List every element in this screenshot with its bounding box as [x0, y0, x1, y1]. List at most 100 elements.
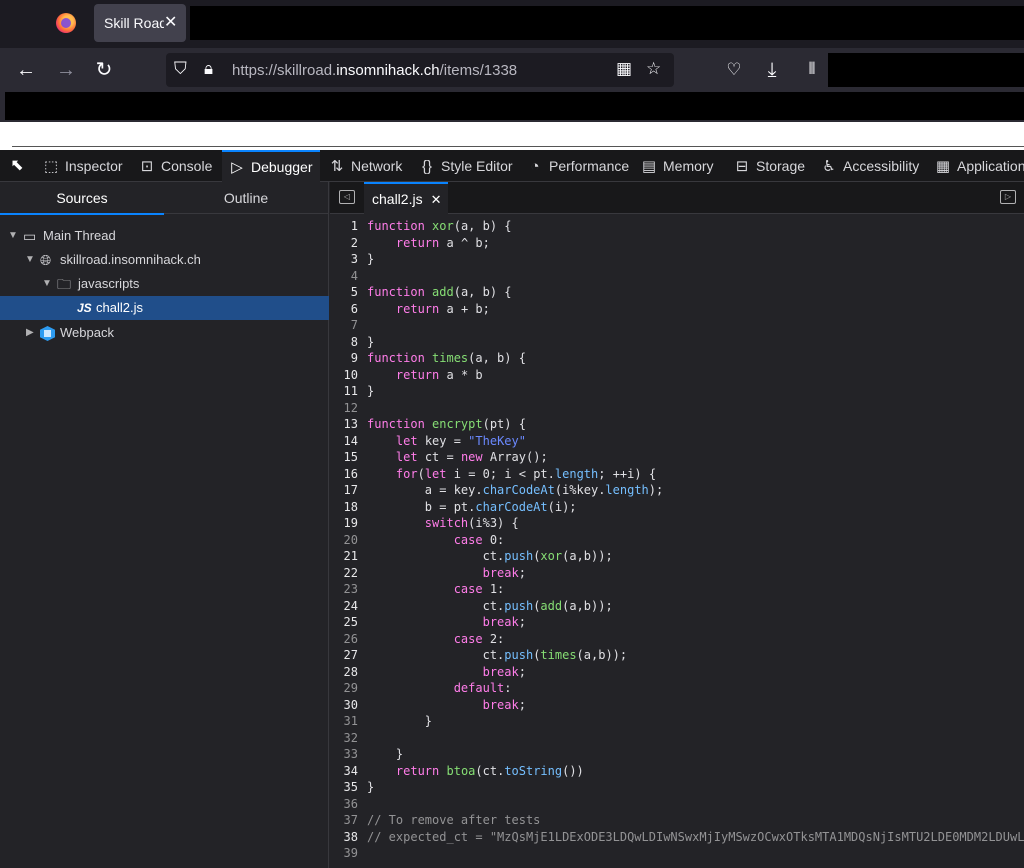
line-number[interactable]: 32	[330, 730, 358, 747]
toggle-sidebar-icon[interactable]: ▷	[1000, 190, 1016, 204]
close-icon[interactable]: ✕	[431, 192, 442, 207]
tree-item-folder[interactable]: ▼ 🗀 javascripts	[0, 272, 329, 296]
line-number[interactable]: 34	[330, 763, 358, 780]
line-number[interactable]: 9	[330, 350, 358, 367]
collapse-arrow-icon[interactable]: ▶	[26, 321, 34, 345]
line-number[interactable]: 11	[330, 383, 358, 400]
line-number[interactable]: 20	[330, 532, 358, 549]
line-number[interactable]: 5	[330, 284, 358, 301]
line-number[interactable]: 7	[330, 317, 358, 334]
code-text: switch(i%3) {	[424, 516, 519, 530]
toggle-sources-pane-icon[interactable]: ◁	[339, 190, 355, 204]
tracking-shield-icon[interactable]: ⛉	[174, 59, 187, 79]
tab-network[interactable]: ⇅ Network	[328, 150, 403, 182]
line-number[interactable]: 4	[330, 268, 358, 285]
tab-accessibility[interactable]: ♿︎ Accessibility	[820, 150, 919, 182]
element-picker-icon[interactable]: ⬉	[4, 154, 30, 178]
tree-item-webpack[interactable]: ▶ Webpack	[0, 321, 329, 345]
line-number[interactable]: 21	[330, 548, 358, 565]
line-number[interactable]: 26	[330, 631, 358, 648]
code-line: 22 break;	[330, 565, 1024, 582]
code-line: 29 default:	[330, 680, 1024, 697]
line-number[interactable]: 8	[330, 334, 358, 351]
line-number[interactable]: 25	[330, 614, 358, 631]
code-text: default:	[453, 681, 512, 695]
line-number[interactable]: 24	[330, 598, 358, 615]
code-text: }	[367, 252, 375, 266]
code-area[interactable]: 1 function xor(a, b) {2 return a ^ b; 3} 4 5…	[330, 218, 1024, 868]
code-line: 16 for(let i = 0; i < pt.length; ++i) {	[330, 466, 1024, 483]
forward-arrow-icon[interactable]: →	[52, 56, 80, 84]
url-text[interactable]: https://skillroad.insomnihack.ch/items/1…	[232, 62, 517, 79]
tab-console[interactable]: ⊡ Console	[138, 150, 213, 182]
line-number[interactable]: 14	[330, 433, 358, 450]
redacted-area	[828, 53, 1024, 87]
sources-pane: Sources Outline ▼ ▭ Main Thread ▼ 🌐︎ ski…	[0, 182, 329, 868]
code-text: a = key.charCodeAt(i%key.length);	[367, 483, 664, 497]
line-number[interactable]: 23	[330, 581, 358, 598]
line-number[interactable]: 39	[330, 845, 358, 862]
expand-arrow-icon[interactable]: ▼	[8, 224, 18, 248]
back-arrow-icon[interactable]: ←	[12, 56, 40, 84]
application-icon: ▦	[935, 158, 951, 175]
line-number[interactable]: 16	[330, 466, 358, 483]
line-number[interactable]: 37	[330, 812, 358, 829]
line-number[interactable]: 36	[330, 796, 358, 813]
downloads-icon[interactable]: ⤓	[758, 56, 786, 84]
line-number[interactable]: 29	[330, 680, 358, 697]
code-line: 9 function times(a, b) {	[330, 350, 1024, 367]
line-number[interactable]: 2	[330, 235, 358, 252]
line-number[interactable]: 1	[330, 218, 358, 235]
code-text: }	[367, 334, 375, 349]
tab-debugger[interactable]: ▷ Debugger	[222, 150, 320, 182]
editor-tab-chall2[interactable]: chall2.js ✕	[364, 182, 448, 214]
tab-close-icon[interactable]: ✕	[164, 12, 177, 32]
pocket-icon[interactable]: ♡	[720, 56, 748, 84]
library-icon[interactable]: ⫴	[798, 56, 826, 84]
bookmark-star-icon[interactable]: ☆	[646, 59, 661, 79]
line-number[interactable]: 22	[330, 565, 358, 582]
line-number[interactable]: 33	[330, 746, 358, 763]
code-line: 17 a = key.charCodeAt(i%key.length);	[330, 482, 1024, 499]
line-number[interactable]: 19	[330, 515, 358, 532]
code-line: 30 break;	[330, 697, 1024, 714]
lock-icon[interactable]: 🔒︎	[204, 59, 213, 79]
tree-item-main-thread[interactable]: ▼ ▭ Main Thread	[0, 224, 329, 248]
code-line: 33 }	[330, 746, 1024, 763]
line-number[interactable]: 31	[330, 713, 358, 730]
url-bar[interactable]: ⛉ 🔒︎ https://skillroad.insomnihack.ch/it…	[166, 53, 674, 87]
qr-code-icon[interactable]: ▦	[616, 59, 632, 79]
line-number[interactable]: 35	[330, 779, 358, 796]
tab-storage[interactable]: ⊟ Storage	[733, 150, 805, 182]
code-line: 28 break;	[330, 664, 1024, 681]
tree-item-domain[interactable]: ▼ 🌐︎ skillroad.insomnihack.ch	[0, 248, 329, 272]
firefox-logo-icon[interactable]	[56, 13, 76, 33]
tab-sources[interactable]: Sources	[0, 182, 164, 215]
line-number[interactable]: 30	[330, 697, 358, 714]
tab-outline[interactable]: Outline	[164, 182, 328, 214]
line-number[interactable]: 3	[330, 251, 358, 268]
tab-memory[interactable]: ▤ Memory	[640, 150, 714, 182]
expand-arrow-icon[interactable]: ▼	[25, 248, 35, 272]
line-number[interactable]: 10	[330, 367, 358, 384]
line-number[interactable]: 12	[330, 400, 358, 417]
line-number[interactable]: 27	[330, 647, 358, 664]
tree-item-file[interactable]: JS chall2.js	[0, 296, 329, 320]
line-number[interactable]: 6	[330, 301, 358, 318]
line-number[interactable]: 18	[330, 499, 358, 516]
code-text: }	[367, 714, 433, 728]
expand-arrow-icon[interactable]: ▼	[42, 272, 52, 296]
line-number[interactable]: 38	[330, 829, 358, 846]
tab-inspector[interactable]: ⬚ Inspector	[42, 150, 123, 182]
tab-application[interactable]: ▦ Application	[934, 150, 1024, 182]
line-number[interactable]: 13	[330, 416, 358, 433]
line-number[interactable]: 28	[330, 664, 358, 681]
tab-performance[interactable]: ◔ Performance	[526, 150, 629, 182]
browser-tab[interactable]: Skill Road ✕	[94, 4, 186, 42]
code-line: 23 case 1:	[330, 581, 1024, 598]
reload-icon[interactable]: ↻	[90, 56, 118, 84]
line-number[interactable]: 17	[330, 482, 358, 499]
code-text: function times(a, b) {	[367, 351, 526, 365]
tab-style-editor[interactable]: {} Style Editor	[418, 150, 513, 182]
line-number[interactable]: 15	[330, 449, 358, 466]
